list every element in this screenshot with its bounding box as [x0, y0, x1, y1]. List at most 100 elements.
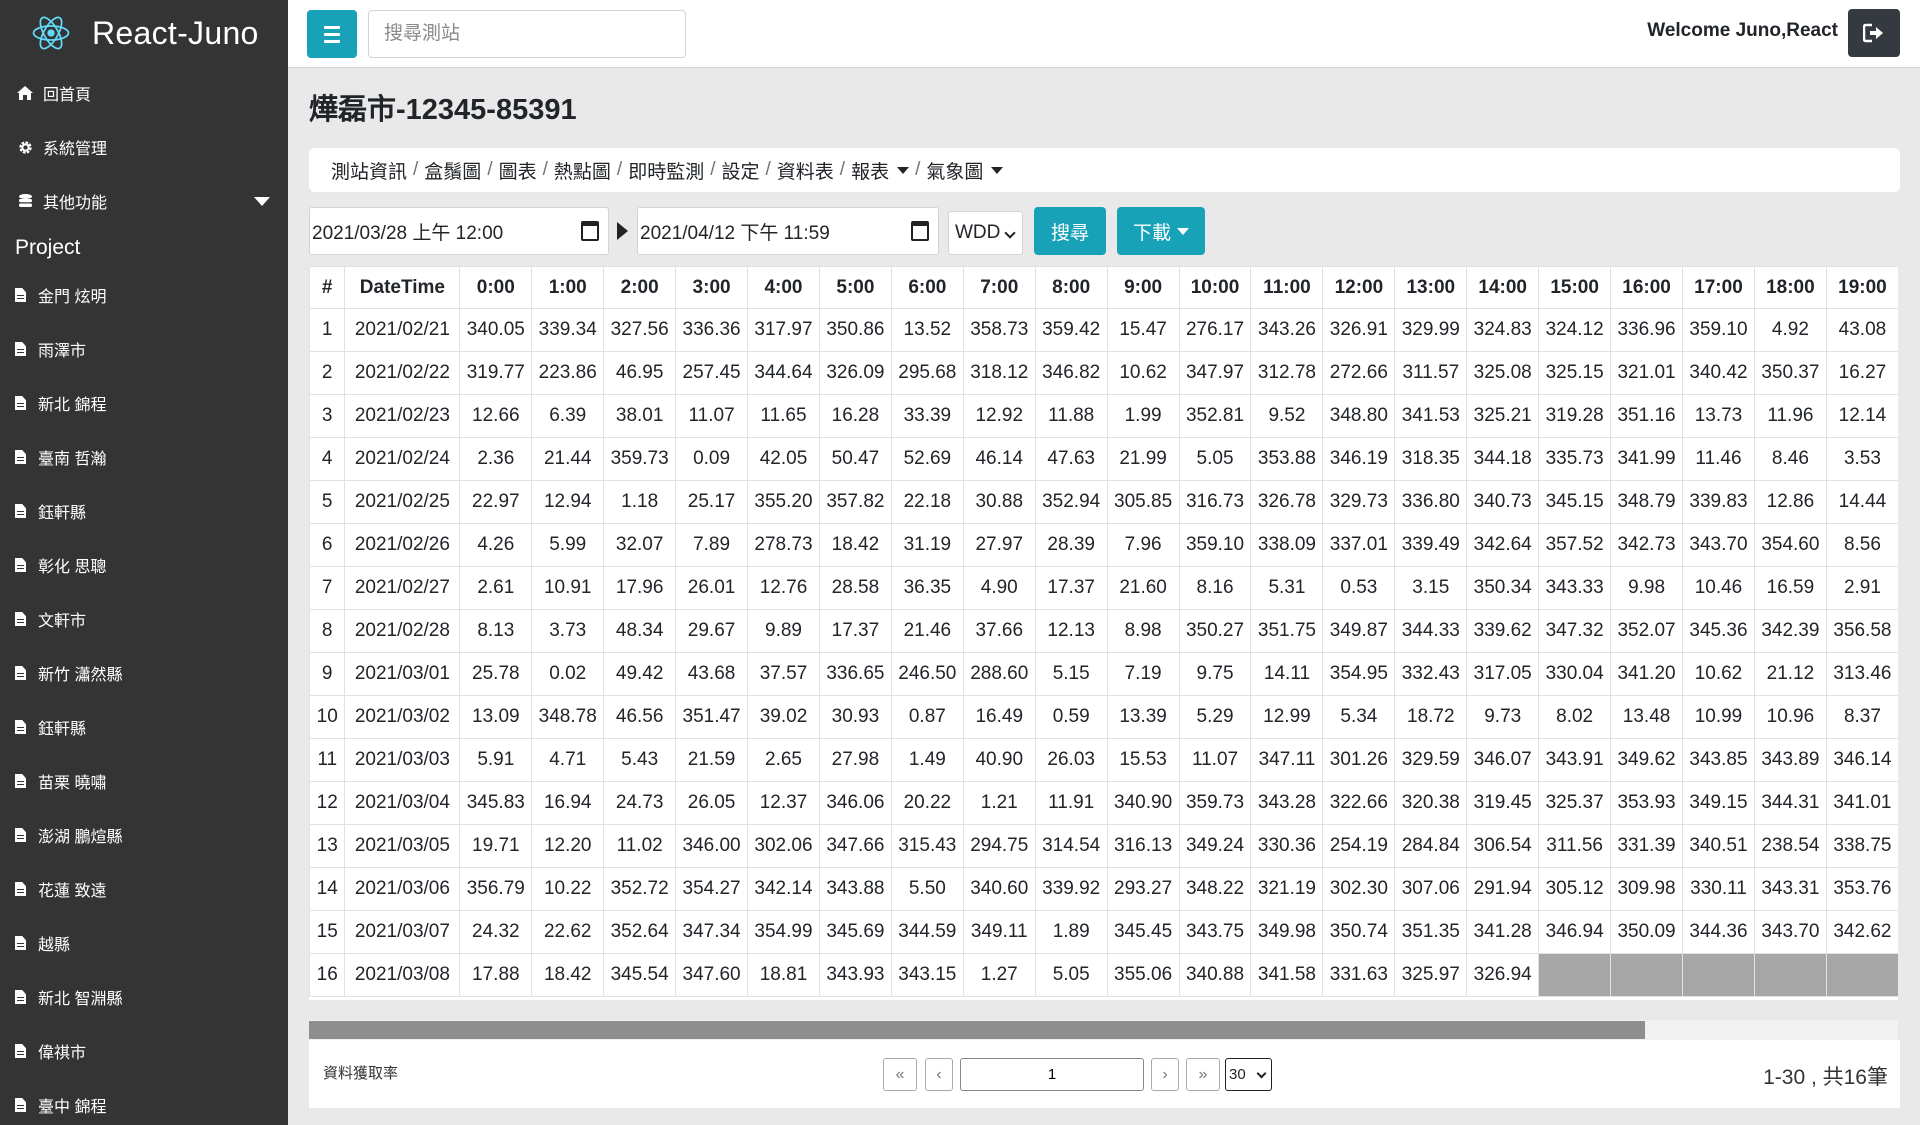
column-header[interactable]: 14:00: [1466, 266, 1540, 309]
horizontal-scrollbar[interactable]: [309, 1020, 1898, 1040]
table-cell: 309.98: [1610, 867, 1684, 911]
table-cell: 336.36: [675, 308, 749, 352]
table-cell: 12.99: [1250, 695, 1324, 739]
sidebar-project-item[interactable]: 花蓮 致遠: [0, 862, 288, 916]
table-cell: 317.05: [1466, 652, 1540, 696]
parameter-select[interactable]: WDD: [948, 211, 1023, 255]
next-page-button[interactable]: ›: [1151, 1058, 1179, 1091]
table-cell: 346.82: [1034, 351, 1108, 395]
column-header[interactable]: 18:00: [1753, 266, 1827, 309]
search-button[interactable]: 搜尋: [1034, 207, 1106, 255]
sidebar-project-item[interactable]: 澎湖 鵬煊縣: [0, 808, 288, 862]
table-cell: 339.92: [1034, 867, 1108, 911]
download-button[interactable]: 下載: [1117, 207, 1205, 255]
table-cell: 342.64: [1466, 523, 1540, 567]
column-header[interactable]: 13:00: [1394, 266, 1468, 309]
column-header[interactable]: 4:00: [747, 266, 820, 309]
logout-button[interactable]: [1848, 9, 1900, 57]
column-header[interactable]: 2:00: [603, 266, 677, 309]
nav-link[interactable]: 設定: [721, 157, 759, 184]
column-header[interactable]: #: [309, 266, 346, 309]
column-header[interactable]: 8:00: [1034, 266, 1108, 309]
table-cell: 343.91: [1538, 738, 1612, 782]
scrollbar-thumb[interactable]: [309, 1021, 1645, 1039]
sidebar-item-system[interactable]: 系統管理: [0, 120, 288, 174]
column-header[interactable]: 6:00: [890, 266, 964, 309]
nav-link[interactable]: 即時監測: [628, 157, 704, 184]
sidebar-project-item[interactable]: 鈺軒縣: [0, 700, 288, 754]
calendar-icon[interactable]: [581, 221, 599, 241]
table-row: 15 2021/03/07 24.32 22.62 352.64 347.34 354.99…: [309, 910, 1898, 954]
last-page-button[interactable]: »: [1186, 1058, 1220, 1091]
sidebar-project-item[interactable]: 臺中 錦程: [0, 1078, 288, 1125]
table-cell: 15.47: [1106, 308, 1180, 352]
nav-link[interactable]: 資料表: [777, 157, 834, 184]
sidebar-project-item[interactable]: 鈺軒縣: [0, 484, 288, 538]
column-header[interactable]: 16:00: [1610, 266, 1684, 309]
nav-link[interactable]: 氣象圖: [926, 157, 1004, 184]
brand[interactable]: React-Juno: [0, 0, 288, 66]
table-cell: 21.59: [675, 738, 749, 782]
calendar-icon[interactable]: [911, 221, 929, 241]
project-label: 文軒市: [38, 613, 87, 630]
end-datetime-input[interactable]: 2021/04/12 下午 11:59: [637, 207, 939, 255]
page-number-input[interactable]: [960, 1058, 1144, 1091]
table-cell: 8.16: [1178, 566, 1252, 610]
nav-link[interactable]: 報表: [851, 157, 910, 184]
column-header[interactable]: 1:00: [531, 266, 605, 309]
sidebar-item-other[interactable]: 其他功能: [0, 174, 288, 228]
first-page-button[interactable]: «: [883, 1058, 917, 1091]
project-label: 偉祺市: [38, 1045, 87, 1062]
sidebar-item-home[interactable]: 回首頁: [0, 66, 288, 120]
sidebar-project-item[interactable]: 文軒市: [0, 592, 288, 646]
sidebar-project-item[interactable]: 越縣: [0, 916, 288, 970]
menu-toggle-button[interactable]: [307, 10, 357, 58]
station-search-input[interactable]: [368, 10, 686, 58]
table-cell: 15: [309, 910, 346, 954]
table-cell: 294.75: [962, 824, 1036, 868]
column-header[interactable]: 10:00: [1178, 266, 1252, 309]
column-header[interactable]: 11:00: [1250, 266, 1324, 309]
table-cell: 4: [309, 437, 346, 481]
sidebar-project-item[interactable]: 金門 炫明: [0, 268, 288, 322]
table-cell: 325.37: [1538, 781, 1612, 825]
file-icon: [15, 882, 26, 896]
sidebar-project-item[interactable]: 新北 智淵縣: [0, 970, 288, 1024]
column-header[interactable]: 15:00: [1538, 266, 1612, 309]
file-icon: [15, 558, 26, 572]
sidebar-project-item[interactable]: 苗栗 曉嘯: [0, 754, 288, 808]
sidebar-project-item[interactable]: 新北 錦程: [0, 376, 288, 430]
column-header[interactable]: 19:00: [1825, 266, 1898, 309]
nav-link[interactable]: 盒鬚圖: [424, 157, 481, 184]
sidebar-project-item[interactable]: 新竹 瀟然縣: [0, 646, 288, 700]
column-header[interactable]: 7:00: [962, 266, 1036, 309]
sidebar-project-item[interactable]: 雨澤市: [0, 322, 288, 376]
table-cell: 348.78: [531, 695, 605, 739]
column-header[interactable]: 12:00: [1322, 266, 1396, 309]
table-cell: 28.39: [1034, 523, 1108, 567]
column-header[interactable]: 17:00: [1682, 266, 1755, 309]
column-header[interactable]: 5:00: [818, 266, 892, 309]
sidebar-project-item[interactable]: 臺南 哲瀚: [0, 430, 288, 484]
column-header[interactable]: 0:00: [459, 266, 533, 309]
table-cell: 326.91: [1322, 308, 1396, 352]
column-header[interactable]: 9:00: [1106, 266, 1180, 309]
table-cell: 318.35: [1394, 437, 1468, 481]
page-size-select[interactable]: 30: [1225, 1058, 1272, 1091]
nav-link[interactable]: 測站資訊: [331, 157, 407, 184]
table-cell: 349.15: [1682, 781, 1755, 825]
table-cell: 6: [309, 523, 346, 567]
column-header[interactable]: 3:00: [675, 266, 749, 309]
column-header[interactable]: DateTime: [344, 266, 461, 309]
table-cell: 6.39: [531, 394, 605, 438]
table-cell: 315.43: [890, 824, 964, 868]
table-cell: 46.14: [962, 437, 1036, 481]
table-row: 14 2021/03/06 356.79 10.22 352.72 354.27 342.1…: [309, 867, 1898, 911]
sidebar-project-item[interactable]: 偉祺市: [0, 1024, 288, 1078]
start-datetime-input[interactable]: 2021/03/28 上午 12:00: [309, 207, 609, 255]
prev-page-button[interactable]: ‹: [925, 1058, 953, 1091]
nav-link[interactable]: 圖表: [499, 157, 537, 184]
sidebar-project-item[interactable]: 彰化 思聰: [0, 538, 288, 592]
nav-link[interactable]: 熱點圖: [554, 157, 611, 184]
file-icon: [15, 990, 26, 1004]
